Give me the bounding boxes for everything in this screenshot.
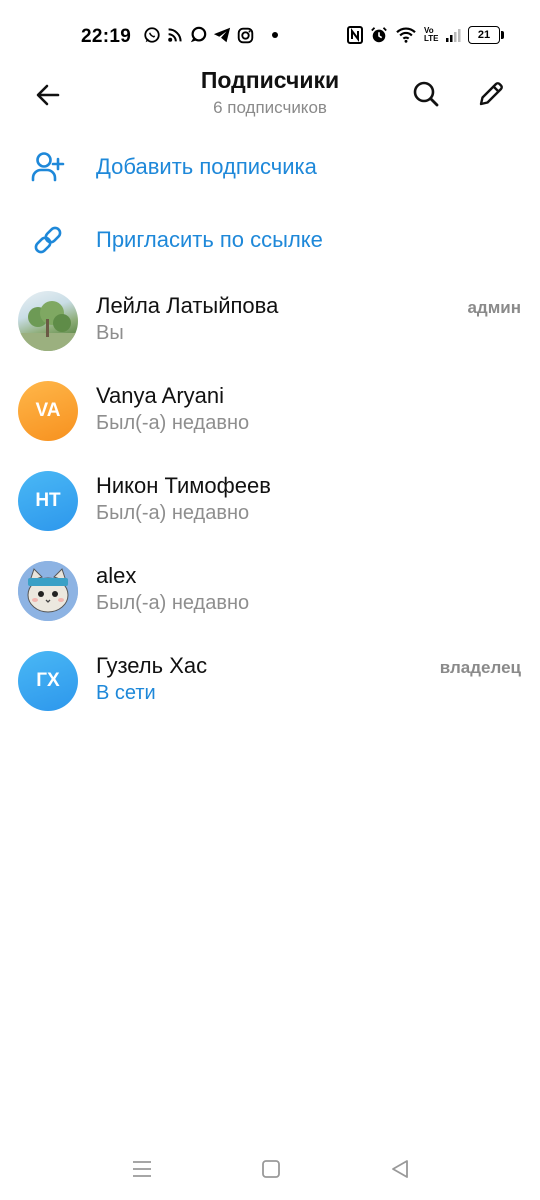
avatar: [18, 291, 78, 351]
member-status: Вы: [96, 322, 124, 344]
member-name: alex: [96, 563, 137, 588]
search-icon: [413, 81, 439, 107]
search-button[interactable]: [405, 73, 447, 115]
system-nav-bar: [0, 1140, 540, 1200]
invite-link-row[interactable]: Пригласить по ссылке: [0, 207, 540, 273]
avatar: [18, 561, 78, 621]
instagram-icon: [237, 27, 254, 43]
avatar-initials: ГХ: [36, 670, 60, 691]
recent-apps-button[interactable]: [127, 1154, 157, 1184]
edit-button[interactable]: [470, 73, 512, 115]
menu-lines-icon: [133, 1161, 151, 1177]
back-nav-button[interactable]: [385, 1154, 415, 1184]
add-user-icon: [28, 147, 68, 187]
square-icon: [262, 1160, 280, 1178]
network-type-label: Vo LTE: [424, 26, 439, 43]
status-time: 22:19: [81, 26, 132, 47]
avatar: НТ: [18, 471, 78, 531]
rss-icon: [168, 28, 182, 42]
member-role-badge: админ: [467, 298, 521, 317]
member-role-badge: владелец: [439, 658, 521, 677]
battery-icon: 21: [468, 26, 504, 44]
home-button[interactable]: [256, 1154, 286, 1184]
member-status-online: В сети: [96, 682, 156, 704]
member-row[interactable]: НТ Никон Тимофеев Был(-а) недавно: [0, 456, 540, 546]
add-subscriber-row[interactable]: Добавить подписчика: [0, 134, 540, 200]
member-row[interactable]: Лейла Латыйпова Вы админ: [0, 276, 540, 366]
whatsapp-icon: [144, 27, 160, 43]
add-subscriber-label: Добавить подписчика: [96, 154, 317, 179]
telegram-icon: [213, 27, 231, 43]
avatar: VA: [18, 381, 78, 441]
page-title: Подписчики: [200, 67, 340, 93]
app-bar: Подписчики 6 подписчиков: [0, 62, 540, 124]
triangle-back-icon: [392, 1160, 408, 1178]
avatar-initials: VA: [35, 400, 61, 421]
nfc-icon: [347, 26, 363, 44]
subscriber-count: 6 подписчиков: [213, 98, 327, 117]
wifi-icon: [396, 27, 416, 43]
more-dot-icon: [272, 32, 278, 38]
invite-link-label: Пригласить по ссылке: [96, 227, 323, 252]
member-status: Был(-а) недавно: [96, 502, 250, 524]
member-status: Был(-а) недавно: [96, 592, 250, 614]
title-block: Подписчики 6 подписчиков: [0, 67, 540, 118]
chat-bubble-icon: [190, 26, 207, 43]
link-icon: [28, 220, 68, 260]
member-name: Лейла Латыйпова: [96, 293, 279, 318]
member-row[interactable]: ГХ Гузель Хас В сети владелец: [0, 636, 540, 726]
member-name: Гузель Хас: [96, 653, 208, 678]
member-row[interactable]: VA Vanya Aryani Был(-а) недавно: [0, 366, 540, 456]
member-row[interactable]: alex Был(-а) недавно: [0, 546, 540, 636]
signal-icon: [446, 29, 461, 42]
member-status: Был(-а) недавно: [96, 412, 250, 434]
pencil-icon: [479, 82, 503, 106]
member-name: Vanya Aryani: [96, 383, 225, 408]
avatar: ГХ: [18, 651, 78, 711]
avatar-initials: НТ: [35, 490, 61, 511]
notification-icons: [143, 26, 278, 44]
system-icons: Vo LTE 21: [347, 26, 504, 44]
alarm-icon: [371, 27, 387, 43]
member-name: Никон Тимофеев: [96, 473, 271, 498]
